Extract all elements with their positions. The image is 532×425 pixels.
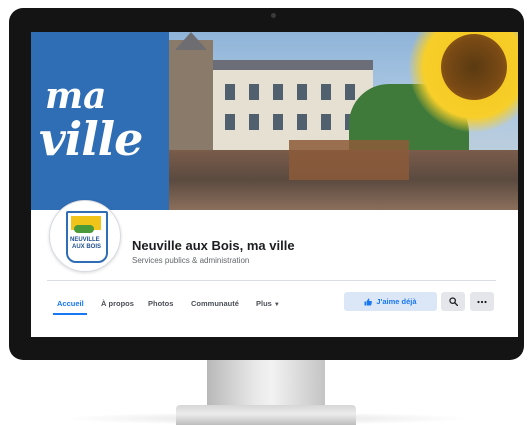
tab-photos[interactable]: Photos <box>148 299 173 308</box>
town-crest-logo: NEUVILLE AUX BOIS <box>66 211 108 263</box>
more-icon <box>477 300 487 303</box>
active-tab-indicator <box>53 313 87 315</box>
webcam-icon <box>271 13 276 18</box>
like-button-label: J'aime déjà <box>376 297 417 306</box>
tab-communaute[interactable]: Communauté <box>191 299 239 308</box>
cover-logo-panel: ma ville <box>31 32 169 210</box>
cover-logo-ma: ma <box>45 75 107 117</box>
cover-photo[interactable]: ma ville <box>31 32 518 210</box>
church-roof <box>175 32 207 50</box>
library-shelves <box>289 140 409 180</box>
cover-town-photo <box>169 32 518 210</box>
sunflower-center <box>441 34 507 100</box>
page-category[interactable]: Services publics & administration <box>132 256 249 265</box>
tab-a-propos[interactable]: À propos <box>101 299 134 308</box>
tab-plus-label: Plus <box>256 299 272 308</box>
page-avatar[interactable]: NEUVILLE AUX BOIS <box>49 200 121 272</box>
thumbs-up-icon <box>364 298 373 305</box>
search-icon <box>448 297 458 306</box>
crest-name-line2: AUX BOIS <box>72 244 102 250</box>
search-button[interactable] <box>441 292 465 311</box>
divider <box>47 280 496 281</box>
page-title: Neuville aux Bois, ma ville <box>132 238 295 253</box>
facebook-page-screen: ma ville NEUVILLE AUX BOIS Neuville aux … <box>31 32 518 337</box>
tab-plus[interactable]: Plus ▼ <box>256 299 280 308</box>
cover-logo-ville: ville <box>39 112 143 166</box>
caret-down-icon: ▼ <box>273 302 280 308</box>
monitor: ma ville NEUVILLE AUX BOIS Neuville aux … <box>9 8 524 360</box>
crest-name-line1: NEUVILLE <box>70 237 100 243</box>
like-button[interactable]: J'aime déjà <box>344 292 437 311</box>
tab-accueil[interactable]: Accueil <box>57 299 84 308</box>
more-button[interactable] <box>470 292 494 311</box>
monitor-stand-base <box>176 405 356 425</box>
